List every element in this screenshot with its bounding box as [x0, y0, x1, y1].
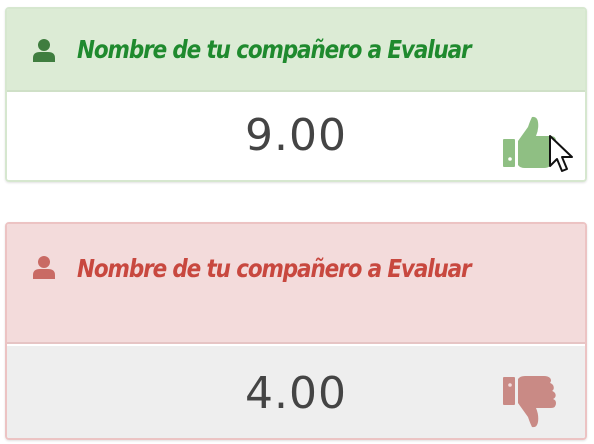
peer-name-title: Nombre de tu compañero a Evaluar: [77, 35, 472, 64]
peer-evaluation-card-rejected: Nombre de tu compañero a Evaluar 4.00: [5, 222, 587, 440]
evaluation-page: Nombre de tu compañero a Evaluar 9.00 No…: [0, 0, 594, 444]
user-icon: [33, 256, 55, 279]
score-row: 9.00: [7, 94, 585, 180]
score-row: 4.00: [7, 346, 585, 438]
thumbs-up-icon[interactable]: [501, 114, 559, 172]
peer-evaluation-card-approved: Nombre de tu compañero a Evaluar 9.00: [5, 7, 587, 182]
card-header: Nombre de tu compañero a Evaluar: [7, 9, 585, 92]
thumbs-down-icon[interactable]: [501, 372, 559, 430]
peer-name-title: Nombre de tu compañero a Evaluar: [77, 254, 472, 283]
score-value: 9.00: [245, 109, 347, 161]
user-icon: [33, 38, 55, 62]
score-value: 4.00: [245, 367, 347, 419]
card-header: Nombre de tu compañero a Evaluar: [7, 224, 585, 344]
